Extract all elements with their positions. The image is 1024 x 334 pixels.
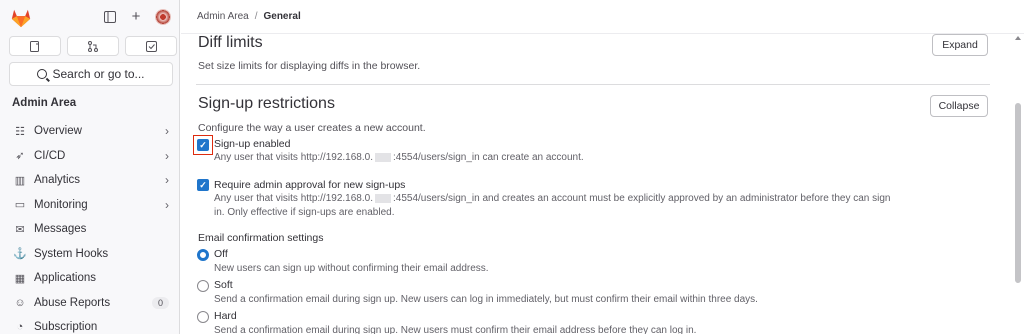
overview-icon: ☷ <box>15 125 25 138</box>
redacted-ip <box>374 152 391 162</box>
search-button[interactable]: Search or go to... <box>9 62 173 86</box>
gitlab-logo-icon[interactable] <box>10 7 32 29</box>
chevron-right-icon: › <box>165 124 169 139</box>
plus-icon[interactable]: + <box>129 9 143 24</box>
search-label: Search or go to... <box>52 67 145 81</box>
sidebar-item-label: Abuse Reports <box>34 296 111 309</box>
email-confirmation-soft-help: Send a confirmation email during sign up… <box>214 294 758 305</box>
scrollbar[interactable] <box>1015 103 1021 283</box>
sidebar-item-label: CI/CD <box>34 149 66 162</box>
hook-icon: ⚓ <box>13 248 27 261</box>
diff-limits-title: Diff limits <box>198 34 263 51</box>
admin-approval-checkbox[interactable]: ✓ <box>197 179 209 191</box>
redacted-ip <box>374 193 391 203</box>
breadcrumb-separator: / <box>254 11 258 22</box>
email-confirmation-soft-label: Soft <box>214 279 233 291</box>
email-confirmation-soft-radio[interactable] <box>197 280 209 292</box>
monitor-icon: ▭ <box>14 199 26 212</box>
megaphone-icon: ✉ <box>15 223 25 236</box>
sidebar-item-label: Overview <box>34 125 82 138</box>
sidebar-item-ci-cd[interactable]: ➶ CI/CD › <box>0 144 179 169</box>
sidebar-item-system-hooks[interactable]: ⚓ System Hooks <box>0 242 179 267</box>
sidebar-item-abuse-reports[interactable]: ☺ Abuse Reports 0 <box>0 291 179 316</box>
signup-enabled-checkbox[interactable]: ✓ <box>197 139 209 151</box>
signup-collapse-button[interactable]: Collapse <box>930 95 988 117</box>
sidebar-item-label: Analytics <box>34 174 81 187</box>
merge-requests-button[interactable] <box>67 36 119 56</box>
sidebar-item-label: Messages <box>34 223 87 236</box>
chart-icon: ▥ <box>14 174 26 187</box>
signup-restrictions-description: Configure the way a user creates a new a… <box>198 122 426 134</box>
issues-icon <box>30 40 39 52</box>
admin-approval-help: Any user that visits http://192.168.0. :4… <box>214 192 934 219</box>
admin-approval-help-text-a: Any user that visits http://192.168.0. <box>214 193 373 204</box>
email-confirmation-hard-help: Send a confirmation email during sign up… <box>214 325 697 334</box>
email-confirmation-off-radio[interactable] <box>197 249 209 261</box>
admin-approval-help-text-c: in. Only effective if sign-ups are enabl… <box>214 206 395 218</box>
signup-enabled-help-text-b: :4554/users/sign_in can create an accoun… <box>392 152 584 163</box>
merge-request-icon <box>88 40 98 52</box>
sidebar-item-label: System Hooks <box>34 247 109 260</box>
sidebar-item-overview[interactable]: ☷ Overview › <box>0 119 179 144</box>
sidebar-item-messages[interactable]: ✉ Messages <box>0 217 179 242</box>
email-confirmation-hard-radio[interactable] <box>197 311 209 323</box>
sidebar-item-applications[interactable]: ▦ Applications <box>0 266 179 291</box>
avatar[interactable] <box>155 9 171 25</box>
sidebar-item-label: Monitoring <box>34 198 88 211</box>
sidebar-item-label: Applications <box>34 272 97 285</box>
admin-approval-help-text-b: :4554/users/sign_in and creates an accou… <box>392 193 891 204</box>
abuse-icon: ☺ <box>14 296 26 309</box>
chevron-right-icon: › <box>165 148 169 163</box>
diff-limits-expand-button[interactable]: Expand <box>932 34 988 56</box>
subscription-icon: ◔ <box>16 321 24 334</box>
scroll-up-arrow-icon[interactable] <box>1015 36 1021 40</box>
email-confirmation-title: Email confirmation settings <box>198 232 324 244</box>
breadcrumb: Admin Area / General <box>181 0 1024 34</box>
breadcrumb-admin-area-link[interactable]: Admin Area <box>197 11 249 22</box>
sidebar-item-subscription[interactable]: ◔ Subscription <box>0 315 179 334</box>
admin-approval-label: Require admin approval for new sign-ups <box>214 179 406 191</box>
sidebar-item-label: Subscription <box>34 321 98 334</box>
email-confirmation-hard-label: Hard <box>214 310 237 322</box>
sidebar: + Search or go to... Admin Area ☷ Overvie… <box>0 0 180 334</box>
todos-button[interactable] <box>125 36 177 56</box>
signup-enabled-help-text-a: Any user that visits http://192.168.0. <box>214 152 373 163</box>
sidebar-nav: ☷ Overview › ➶ CI/CD › ▥ Analytics › ▭ Monitoring ›… <box>0 119 179 334</box>
signup-enabled-help: Any user that visits http://192.168.0. :4… <box>214 151 584 165</box>
email-confirmation-off-help: New users can sign up without confirming… <box>214 263 489 274</box>
sidebar-toggle-icon[interactable] <box>103 10 117 24</box>
sidebar-item-monitoring[interactable]: ▭ Monitoring › <box>0 193 179 218</box>
search-icon <box>37 69 48 79</box>
applications-icon: ▦ <box>14 272 26 285</box>
sidebar-item-analytics[interactable]: ▥ Analytics › <box>0 168 179 193</box>
section-divider <box>196 84 990 85</box>
signup-restrictions-title: Sign-up restrictions <box>198 95 335 112</box>
signup-enabled-label: Sign-up enabled <box>214 138 291 150</box>
admin-area-title: Admin Area <box>12 97 77 109</box>
rocket-icon: ➶ <box>15 150 25 163</box>
chevron-right-icon: › <box>165 173 169 188</box>
chevron-right-icon: › <box>165 197 169 212</box>
email-confirmation-off-label: Off <box>214 248 228 260</box>
count-badge: 0 <box>151 296 169 309</box>
todo-icon <box>145 40 157 52</box>
issues-button[interactable] <box>9 36 61 56</box>
breadcrumb-current: General <box>263 11 301 22</box>
diff-limits-description: Set size limits for displaying diffs in … <box>198 60 421 72</box>
